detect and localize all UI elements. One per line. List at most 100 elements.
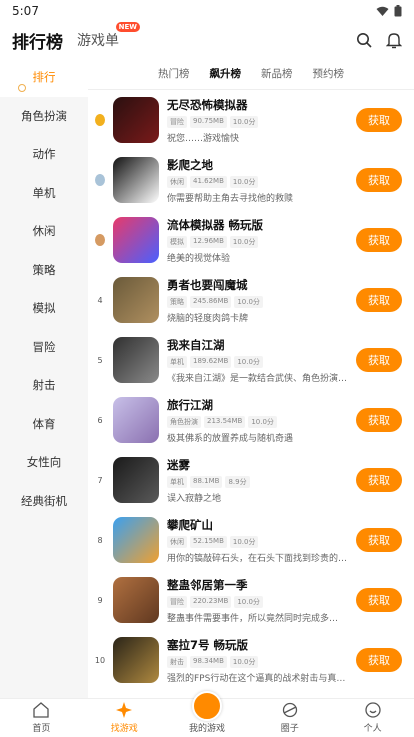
score-tag: 10.0分 xyxy=(229,115,259,128)
medal-icon xyxy=(95,234,105,246)
app-icon[interactable] xyxy=(113,457,159,503)
app-name[interactable]: 攀爬矿山 xyxy=(167,517,349,533)
tab-ranking[interactable]: 排行榜 xyxy=(12,28,63,53)
sidebar-item-shooter[interactable]: 射击 xyxy=(0,366,88,405)
sidebar-item-simulation[interactable]: 模拟 xyxy=(0,289,88,328)
get-button[interactable]: 获取 xyxy=(356,408,402,432)
app-description: 绝美的视觉体验 xyxy=(167,253,231,264)
sidebar-item-label: 排行 xyxy=(32,70,56,85)
nav-find-games[interactable]: 找游戏 xyxy=(83,699,166,737)
nav-profile[interactable]: 个人 xyxy=(331,699,414,737)
app-row[interactable]: 9 整蛊邻居第一季 冒险 220.23MB 10.0分 整蛊事件需要事件，所以竟然同时完成… xyxy=(88,570,414,630)
get-button[interactable]: 获取 xyxy=(356,348,402,372)
nav-home[interactable]: 首页 xyxy=(0,699,83,737)
sidebar-item-casual[interactable]: 休闲 xyxy=(0,212,88,251)
rank-number: 9 xyxy=(97,595,103,605)
sidebar-item-adventure[interactable]: 冒险 xyxy=(0,328,88,367)
rank-number: 7 xyxy=(97,475,103,485)
app-description: 用你的镐敲碎石头，在石头下面找到珍贵的… xyxy=(167,553,348,564)
app-row[interactable]: 7 迷雾 单机 88.1MB 8.9分 误入寂静之地 获取 xyxy=(88,450,414,510)
sidebar-item-single[interactable]: 单机 xyxy=(0,174,88,213)
app-row[interactable]: 无尽恐怖模拟器 冒险 90.75MB 10.0分 祝您……游戏愉快 获取 xyxy=(88,90,414,150)
get-button[interactable]: 获取 xyxy=(356,588,402,612)
app-row[interactable]: 流体模拟器 畅玩版 模拟 12.96MB 10.0分 绝美的视觉体验 获取 xyxy=(88,210,414,270)
app-name[interactable]: 无尽恐怖模拟器 xyxy=(167,97,349,113)
sidebar-item-ranking[interactable]: 排行 xyxy=(0,58,88,97)
app-tags: 休闲 52.15MB 10.0分 xyxy=(167,535,349,548)
nav-my-games[interactable]: 我的游戏 xyxy=(166,691,249,737)
find-games-icon xyxy=(116,702,133,718)
rank-number: 8 xyxy=(97,535,103,545)
rank-number: 6 xyxy=(97,415,103,425)
sidebar-item-label: 动作 xyxy=(32,147,56,162)
size-tag: 90.75MB xyxy=(190,115,227,128)
app-icon[interactable] xyxy=(113,157,159,203)
app-description: 整蛊事件需要事件，所以竟然同时完成多… xyxy=(167,613,339,624)
sidebar-item-label: 射击 xyxy=(32,378,56,393)
home-icon xyxy=(33,702,50,718)
subtab-rising[interactable]: 飙升榜 xyxy=(210,66,241,84)
active-dot-icon xyxy=(18,83,26,92)
header: 排行榜 游戏单 NEW xyxy=(0,21,414,58)
app-row[interactable]: 10 塞拉7号 畅玩版 射击 98.34MB 10.0分 强烈的FPS行动在这个逼真的战术… xyxy=(88,630,414,690)
app-name[interactable]: 旅行江湖 xyxy=(167,397,349,413)
nav-circle-label: 圈子 xyxy=(280,724,299,734)
app-icon[interactable] xyxy=(113,517,159,563)
get-button[interactable]: 获取 xyxy=(356,288,402,312)
app-icon[interactable] xyxy=(113,577,159,623)
app-icon[interactable] xyxy=(113,637,159,683)
app-tags: 休闲 41.62MB 10.0分 xyxy=(167,175,349,188)
search-icon[interactable] xyxy=(356,32,372,48)
get-button[interactable]: 获取 xyxy=(356,168,402,192)
app-name[interactable]: 迷雾 xyxy=(167,457,349,473)
category-tag: 策略 xyxy=(167,295,187,308)
get-button[interactable]: 获取 xyxy=(356,528,402,552)
app-row[interactable]: 5 我来自江湖 单机 189.62MB 10.0分 《我来自江湖》是一款结合武侠、角色扮演… xyxy=(88,330,414,390)
score-tag: 10.0分 xyxy=(234,595,263,608)
sidebar-item-label: 体育 xyxy=(32,416,56,431)
app-row[interactable]: 4 勇者也要闯魔城 策略 245.86MB 10.0分 烧脑的轻度肉鸽卡牌 获取 xyxy=(88,270,414,330)
app-icon[interactable] xyxy=(113,217,159,263)
get-button[interactable]: 获取 xyxy=(356,228,402,252)
app-row[interactable]: 8 攀爬矿山休闲 52.15MB 10.0分 用你的镐敲碎石头，在石头下面找到珍贵的… 获… xyxy=(88,510,414,570)
sidebar-item-action[interactable]: 动作 xyxy=(0,135,88,174)
get-button[interactable]: 获取 xyxy=(356,108,402,132)
app-icon[interactable] xyxy=(113,397,159,443)
battery-icon xyxy=(394,5,402,17)
app-icon[interactable] xyxy=(113,337,159,383)
score-tag: 10.0分 xyxy=(229,535,259,548)
app-tags: 冒险 220.23MB 10.0分 xyxy=(167,595,349,608)
nav-circle[interactable]: 圈子 xyxy=(248,699,331,737)
sidebar-item-sports[interactable]: 体育 xyxy=(0,405,88,444)
subtab-new[interactable]: 新品榜 xyxy=(261,66,293,81)
sidebar-item-strategy[interactable]: 策略 xyxy=(0,251,88,290)
sidebar-item-rpg[interactable]: 角色扮演 xyxy=(0,97,88,136)
rank-number: 5 xyxy=(97,355,103,365)
app-info: 影爬之地 休闲 41.62MB 10.0分 你需要帮助主角去寻找他的救赎 xyxy=(167,157,349,204)
tab-game-list[interactable]: 游戏单 NEW xyxy=(77,21,141,50)
medal-icon xyxy=(95,174,105,186)
bell-icon[interactable] xyxy=(386,32,402,49)
app-name[interactable]: 整蛊邻居第一季 xyxy=(167,577,349,593)
app-name[interactable]: 我来自江湖 xyxy=(167,337,349,353)
get-button[interactable]: 获取 xyxy=(356,468,402,492)
score-tag: 8.9分 xyxy=(225,475,250,488)
app-row[interactable]: 影爬之地 休闲 41.62MB 10.0分 你需要帮助主角去寻找他的救赎 获取 xyxy=(88,150,414,210)
app-row[interactable]: 6 旅行江湖 角色扮演 213.54MB 10.0分 极其佛系的放置养成与随机奇遇 获取 xyxy=(88,390,414,450)
sidebar-item-arcade[interactable]: 经典街机 xyxy=(0,482,88,521)
app-icon[interactable] xyxy=(113,97,159,143)
sidebar-item-label: 冒险 xyxy=(32,339,56,354)
app-name[interactable]: 影爬之地 xyxy=(167,157,349,173)
app-name[interactable]: 塞拉7号 畅玩版 xyxy=(167,637,349,653)
app-name[interactable]: 流体模拟器 畅玩版 xyxy=(167,217,349,233)
sidebar-item-label: 休闲 xyxy=(32,224,56,239)
sidebar-item-label: 女性向 xyxy=(26,455,62,470)
get-button[interactable]: 获取 xyxy=(356,648,402,672)
app-name[interactable]: 勇者也要闯魔城 xyxy=(167,277,349,293)
score-tag: 10.0分 xyxy=(248,415,277,428)
app-info: 整蛊邻居第一季 冒险 220.23MB 10.0分 整蛊事件需要事件，所以竟然同时完成多… xyxy=(167,577,349,624)
subtab-hot[interactable]: 热门榜 xyxy=(158,66,190,81)
app-icon[interactable] xyxy=(113,277,159,323)
subtab-reserve[interactable]: 预约榜 xyxy=(313,66,345,81)
sidebar-item-female[interactable]: 女性向 xyxy=(0,443,88,482)
